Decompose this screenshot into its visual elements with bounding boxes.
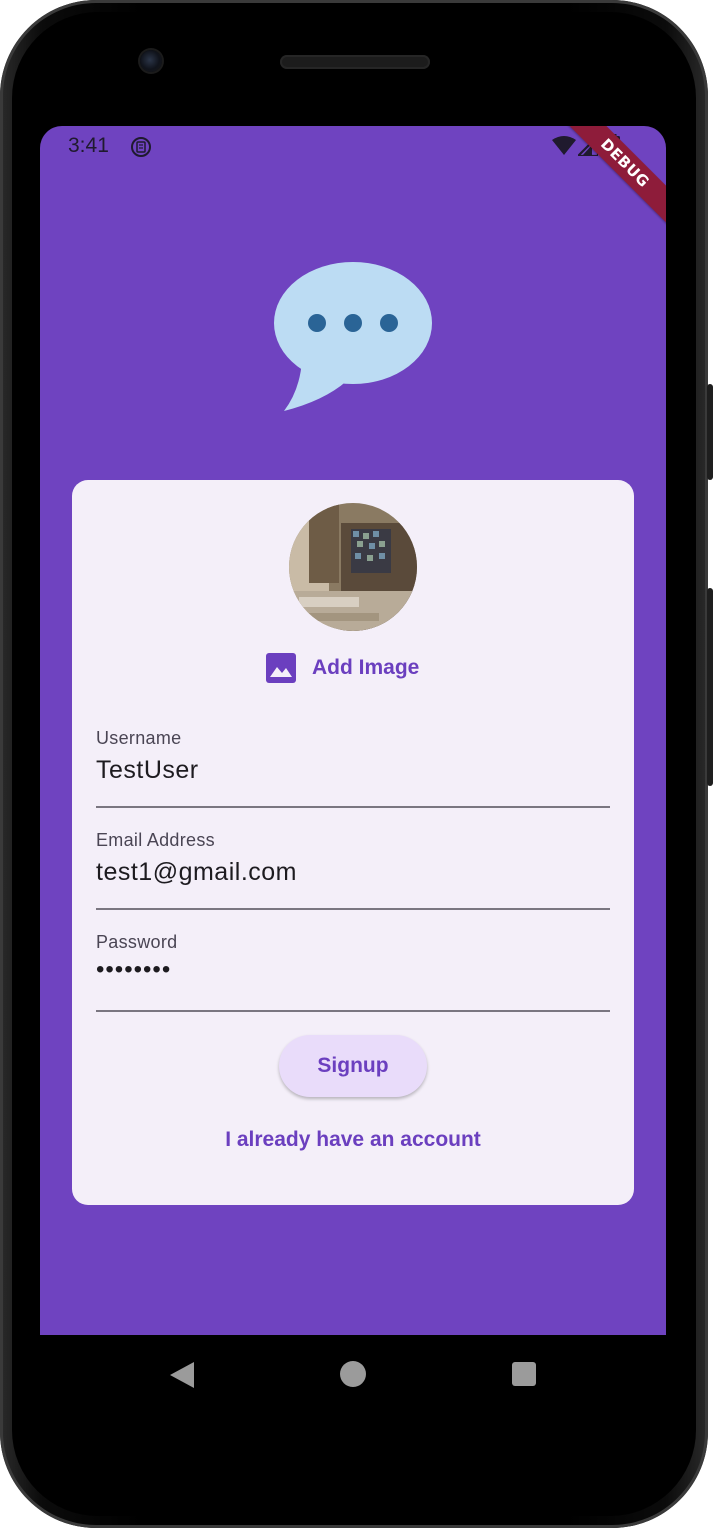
email-label: Email Address: [96, 830, 215, 850]
username-input[interactable]: [96, 756, 610, 785]
front-camera: [140, 50, 162, 72]
power-button: [707, 384, 713, 480]
password-label: Password: [96, 932, 178, 952]
home-icon[interactable]: [340, 1361, 366, 1387]
recents-icon[interactable]: [512, 1362, 536, 1386]
wifi-icon: [552, 136, 576, 155]
login-link[interactable]: I already have an account: [72, 1128, 634, 1152]
add-image-label: Add Image: [312, 656, 420, 679]
back-icon[interactable]: [168, 1360, 196, 1390]
earpiece-speaker: [280, 55, 430, 69]
add-image-button[interactable]: Add Image: [266, 648, 419, 688]
chat-bubble-icon: [274, 262, 432, 411]
volume-button: [707, 588, 713, 786]
status-bar: 3:41: [40, 126, 666, 168]
username-label: Username: [96, 728, 182, 748]
sim-icon: [131, 137, 151, 157]
avatar[interactable]: [289, 503, 417, 631]
signup-button[interactable]: Signup: [279, 1035, 427, 1097]
image-icon: [266, 653, 296, 683]
email-field[interactable]: Email Address: [96, 826, 610, 910]
username-field[interactable]: Username: [96, 724, 610, 808]
status-time: 3:41: [68, 134, 109, 157]
password-field[interactable]: Password: [96, 928, 610, 1012]
app-screen: 3:41 DEBUG Add Image Username TestUser E…: [40, 126, 666, 1335]
avatar-image: [289, 503, 417, 631]
email-input[interactable]: [96, 858, 610, 887]
signup-card: Add Image Username Email Address Passwor…: [72, 480, 634, 1205]
password-input[interactable]: [96, 956, 610, 984]
